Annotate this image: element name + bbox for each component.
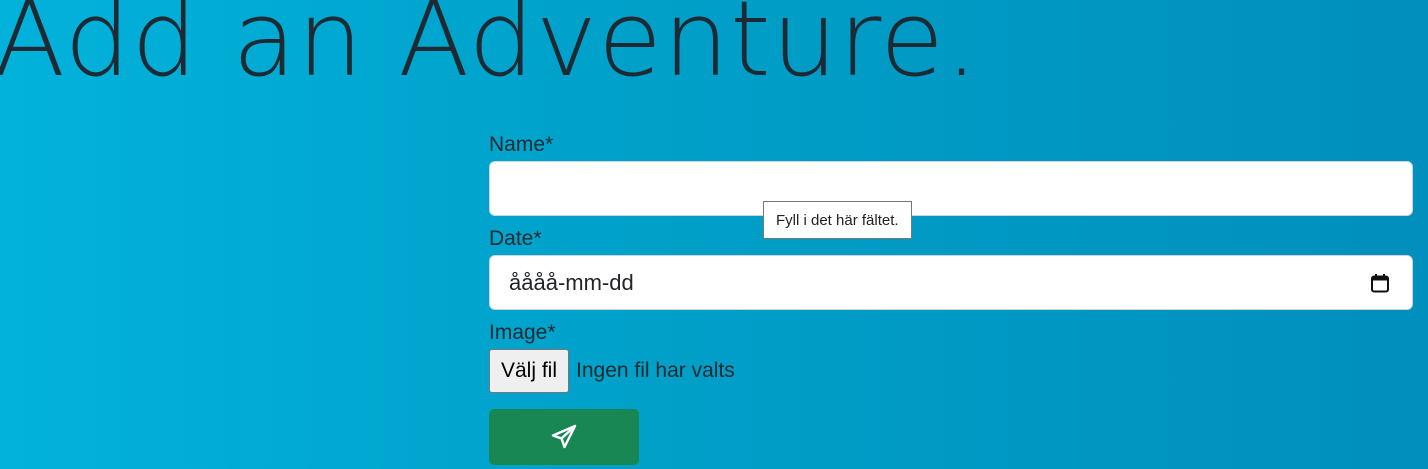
- date-input[interactable]: åååå-mm-dd: [489, 255, 1413, 310]
- name-label: Name*: [489, 133, 554, 156]
- name-input[interactable]: [489, 161, 1413, 216]
- choose-file-button[interactable]: Välj fil: [489, 349, 570, 393]
- image-file-input: Välj fil Ingen fil har valts: [489, 349, 1413, 393]
- send-icon: [551, 424, 577, 449]
- adventure-form: Name* Date* åååå-mm-dd Image* Välj fil I…: [489, 131, 1413, 465]
- page-title: Add an Adventure.: [0, 0, 980, 100]
- date-label: Date*: [489, 227, 542, 250]
- calendar-icon[interactable]: [1370, 273, 1390, 293]
- file-status: Ingen fil har valts: [576, 359, 735, 382]
- submit-button[interactable]: [489, 409, 639, 465]
- image-label: Image*: [489, 321, 556, 344]
- validation-tooltip: Fyll i det här fältet.: [763, 201, 912, 239]
- date-placeholder: åååå-mm-dd: [509, 269, 634, 295]
